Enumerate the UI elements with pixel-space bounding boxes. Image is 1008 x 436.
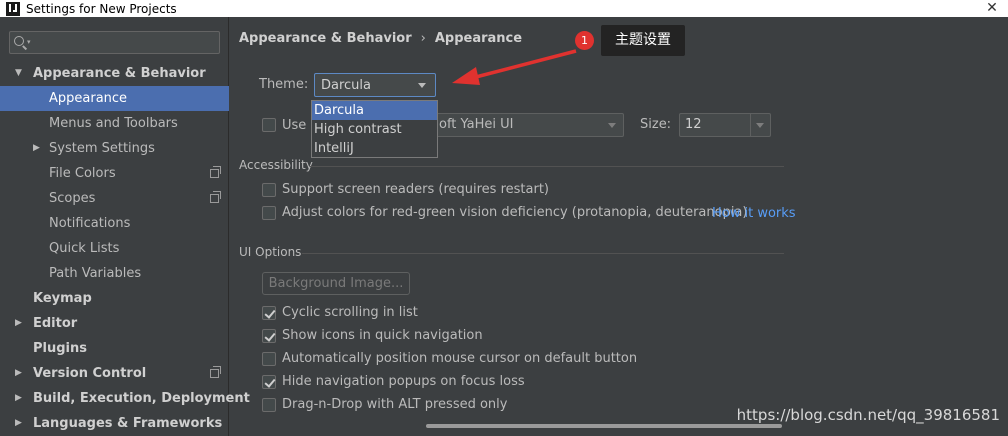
theme-option-intellij[interactable]: IntelliJ — [312, 139, 437, 158]
sidebar-item-path-variables[interactable]: Path Variables — [0, 261, 229, 286]
accessibility-section-title: Accessibility — [239, 158, 313, 172]
option-label[interactable]: Hide navigation popups on focus loss — [282, 374, 525, 389]
option-label[interactable]: Drag-n-Drop with ALT pressed only — [282, 397, 507, 412]
sidebar-item-editor[interactable]: ▶ Editor — [0, 311, 229, 336]
override-font-checkbox[interactable] — [262, 118, 276, 132]
sidebar-item-build-execution-deployment[interactable]: ▶ Build, Execution, Deployment — [0, 386, 250, 411]
sidebar-item-label: Path Variables — [49, 266, 142, 281]
option-checkbox[interactable] — [262, 306, 276, 320]
option-label[interactable]: Automatically position mouse cursor on d… — [282, 351, 637, 366]
option-label[interactable]: Cyclic scrolling in list — [282, 305, 418, 320]
expand-arrow-right-icon[interactable]: ▶ — [15, 411, 22, 436]
sidebar-item-plugins[interactable]: Plugins — [0, 336, 229, 361]
theme-option-high-contrast[interactable]: High contrast — [312, 120, 437, 139]
font-size-select[interactable]: 12 — [679, 113, 771, 137]
expand-arrow-right-icon[interactable]: ▶ — [15, 361, 22, 386]
option-checkbox[interactable] — [262, 398, 276, 412]
sidebar-item-keymap[interactable]: Keymap — [0, 286, 229, 311]
close-button[interactable]: ✕ — [982, 0, 1002, 17]
sidebar-item-notifications[interactable]: Notifications — [0, 211, 229, 236]
sidebar-item-label: Scopes — [49, 191, 96, 206]
sidebar-item-label: Keymap — [33, 291, 92, 306]
sidebar-item-languages-frameworks[interactable]: ▶ Languages & Frameworks — [0, 411, 229, 436]
sidebar-item-label: File Colors — [49, 166, 116, 181]
expand-arrow-down-icon[interactable]: ▼ — [15, 61, 22, 86]
sidebar-item-label: Languages & Frameworks — [33, 416, 223, 431]
sidebar-item-scopes[interactable]: Scopes — [0, 186, 229, 211]
project-scope-icon — [210, 366, 221, 378]
expand-arrow-right-icon[interactable]: ▶ — [15, 311, 22, 336]
window-title: Settings for New Projects — [26, 1, 177, 16]
sidebar-item-system-settings[interactable]: ▶ System Settings — [0, 136, 229, 161]
sidebar-item-label: Build, Execution, Deployment — [33, 391, 250, 406]
annotation-arrow-icon — [452, 49, 577, 85]
breadcrumb-parent[interactable]: Appearance & Behavior — [239, 31, 412, 46]
option-checkbox[interactable] — [262, 375, 276, 389]
chevron-down-icon — [608, 123, 616, 128]
breadcrumb-current: Appearance — [434, 31, 523, 46]
option-label[interactable]: Adjust colors for red-green vision defic… — [282, 205, 747, 220]
sidebar-item-label: Notifications — [49, 216, 131, 231]
sidebar-item-appearance[interactable]: Appearance — [0, 86, 229, 111]
horizontal-scrollbar[interactable] — [426, 424, 782, 428]
theme-select[interactable]: Darcula — [314, 73, 436, 97]
project-scope-icon — [210, 166, 221, 178]
sidebar-item-label: System Settings — [49, 141, 155, 156]
annotation-tooltip: 主题设置 — [601, 25, 685, 56]
sidebar-item-label: Version Control — [33, 366, 147, 381]
size-label: Size: — [640, 117, 672, 132]
chevron-down-icon — [418, 83, 426, 88]
annotation-badge: 1 — [575, 31, 594, 50]
sidebar-item-label: Plugins — [33, 341, 87, 356]
sidebar-item-appearance-behavior[interactable]: ▼ Appearance & Behavior — [0, 61, 229, 86]
theme-label: Theme: — [259, 77, 309, 92]
search-options-icon[interactable]: ▾ — [27, 38, 31, 46]
option-checkbox[interactable] — [262, 183, 276, 197]
project-scope-icon — [210, 191, 221, 203]
sidebar-item-label: Editor — [33, 316, 78, 331]
option-label[interactable]: Show icons in quick navigation — [282, 328, 483, 343]
theme-dropdown-list: Darcula High contrast IntelliJ — [311, 100, 438, 158]
option-checkbox[interactable] — [262, 352, 276, 366]
settings-sidebar: ▾ ▼ Appearance & Behavior Appearance Menus … — [0, 17, 250, 436]
sidebar-item-label: Menus and Toolbars — [49, 116, 178, 131]
theme-option-darcula[interactable]: Darcula — [312, 101, 437, 120]
option-label[interactable]: Support screen readers (requires restart… — [282, 182, 549, 197]
settings-content: Appearance & Behavior › Appearance Theme: … — [230, 17, 1008, 436]
font-select[interactable]: oft YaHei UI — [428, 113, 624, 137]
expand-arrow-right-icon[interactable]: ▶ — [15, 386, 22, 411]
sidebar-item-label: Quick Lists — [49, 241, 120, 256]
settings-tree: ▼ Appearance & Behavior Appearance Menus an… — [0, 61, 250, 436]
chevron-down-icon[interactable] — [750, 114, 770, 136]
sidebar-item-menus-and-toolbars[interactable]: Menus and Toolbars — [0, 111, 229, 136]
watermark: https://blog.csdn.net/qq_39816581 — [736, 406, 1000, 424]
sidebar-item-version-control[interactable]: ▶ Version Control — [0, 361, 229, 386]
title-bar: Settings for New Projects ✕ — [0, 0, 1008, 17]
font-select-value: oft YaHei UI — [439, 117, 514, 132]
option-checkbox[interactable] — [262, 329, 276, 343]
ui-options-section-title: UI Options — [239, 245, 302, 259]
divider — [310, 166, 784, 167]
how-it-works-link[interactable]: How it works — [712, 206, 796, 221]
option-checkbox[interactable] — [262, 206, 276, 220]
expand-arrow-right-icon[interactable]: ▶ — [33, 136, 40, 161]
intellij-app-icon — [6, 1, 20, 16]
breadcrumb-separator: › — [420, 31, 426, 46]
sidebar-item-file-colors[interactable]: File Colors — [0, 161, 229, 186]
sidebar-item-label: Appearance & Behavior — [33, 66, 206, 81]
sidebar-item-quick-lists[interactable]: Quick Lists — [0, 236, 229, 261]
breadcrumb: Appearance & Behavior › Appearance — [239, 31, 522, 46]
theme-select-value: Darcula — [321, 78, 372, 93]
search-icon — [14, 36, 24, 46]
font-size-value: 12 — [685, 117, 702, 132]
settings-search-input[interactable]: ▾ — [9, 31, 220, 54]
divider — [302, 253, 784, 254]
sidebar-item-label: Appearance — [49, 91, 128, 106]
background-image-button[interactable]: Background Image... — [262, 272, 410, 295]
